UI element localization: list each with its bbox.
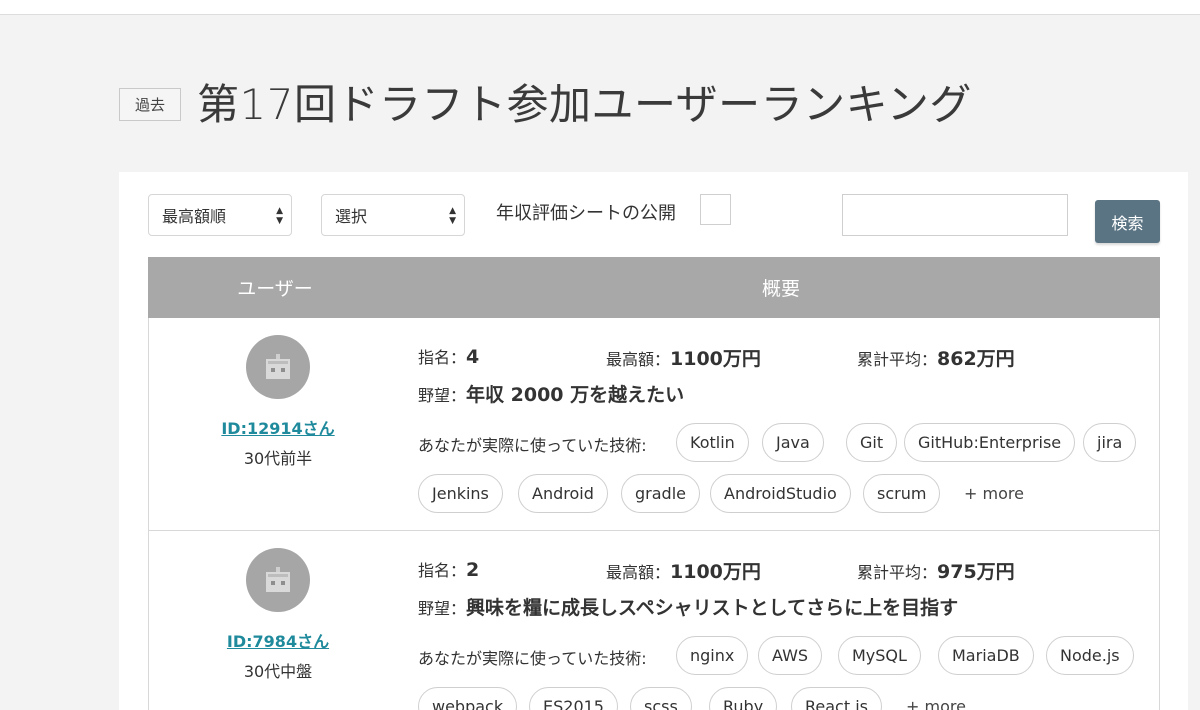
- avatar: [246, 548, 310, 612]
- top-bar: [0, 0, 1200, 15]
- more-link[interactable]: + more: [906, 697, 966, 710]
- past-badge[interactable]: 過去: [119, 87, 181, 121]
- publish-sheet-label: 年収評価シートの公開: [496, 203, 676, 224]
- filter-select[interactable]: 選択 ▲ ▼: [321, 194, 465, 236]
- tech-tag[interactable]: MariaDB: [938, 636, 1034, 675]
- select-arrows-icon: ▲ ▼: [276, 206, 283, 226]
- max-amount-label: 最高額：: [606, 350, 671, 369]
- header-user: ユーザー: [237, 278, 313, 300]
- tech-tag[interactable]: ES2015: [529, 687, 618, 710]
- tech-tag[interactable]: AWS: [758, 636, 823, 675]
- nominations: 指名：4: [418, 344, 479, 368]
- average-label: 累計平均：: [857, 350, 938, 369]
- nominations-value: 4: [466, 346, 480, 368]
- ranking-table: ユーザー 概要 ID:12914さん 30代前半 指名：4 最高額：1100万円…: [148, 257, 1160, 710]
- user-age: 30代中盤: [243, 662, 313, 681]
- tech-tag[interactable]: Node.js: [1046, 636, 1134, 675]
- nominations-label: 指名：: [418, 348, 467, 367]
- tech-tag[interactable]: AndroidStudio: [710, 474, 851, 513]
- table-header: ユーザー 概要: [148, 257, 1160, 318]
- tech-tag[interactable]: nginx: [676, 636, 749, 675]
- max-amount: 最高額：1100万円: [606, 557, 761, 584]
- tech-tag[interactable]: Git: [846, 423, 898, 462]
- wish: 野望：年収 2000 万を越えたい: [418, 380, 684, 407]
- sort-select[interactable]: 最高額順 ▲ ▼: [148, 194, 292, 236]
- table-row: ID:7984さん 30代中盤 指名：2 最高額：1100万円 累計平均：975…: [148, 531, 1160, 710]
- average-value: 862万円: [937, 348, 1015, 370]
- user-id-link[interactable]: ID:7984さん: [149, 628, 407, 652]
- publish-sheet-checkbox[interactable]: [700, 194, 731, 225]
- page-title: 第17回ドラフト参加ユーザーランキング: [197, 79, 972, 129]
- wish: 野望：興味を糧に成長しスペシャリストとしてさらに上を目指す: [418, 593, 958, 620]
- average: 累計平均：862万円: [857, 344, 1015, 371]
- max-amount-value: 1100万円: [670, 561, 761, 583]
- tech-tag[interactable]: GitHub:Enterprise: [904, 423, 1076, 462]
- nominations: 指名：2: [418, 557, 479, 581]
- tech-tag[interactable]: Android: [518, 474, 608, 513]
- tech-tag[interactable]: Ruby: [709, 687, 778, 710]
- tech-tag[interactable]: Jenkins: [418, 474, 503, 513]
- header-summary: 概要: [761, 278, 800, 300]
- nominations-value: 2: [466, 559, 480, 581]
- tech-tag[interactable]: scrum: [863, 474, 941, 513]
- wish-value: 年収 2000 万を越えたい: [466, 384, 685, 406]
- average-label: 累計平均：: [857, 563, 938, 582]
- wish-label: 野望：: [418, 386, 467, 405]
- tech-tag[interactable]: Kotlin: [676, 423, 749, 462]
- wish-label: 野望：: [418, 599, 467, 618]
- max-amount-label: 最高額：: [606, 563, 671, 582]
- tech-tag[interactable]: webpack: [418, 687, 518, 710]
- tech-tag[interactable]: Java: [762, 423, 824, 462]
- user-id-link[interactable]: ID:12914さん: [149, 415, 407, 439]
- avatar: [246, 335, 310, 399]
- max-amount-value: 1100万円: [670, 348, 761, 370]
- title-row: 過去 第17回ドラフト参加ユーザーランキング: [119, 70, 972, 132]
- tech-tag[interactable]: jira: [1083, 423, 1137, 462]
- tech-label: あなたが実際に使っていた技術:: [418, 436, 647, 455]
- tech-label: あなたが実際に使っていた技術:: [418, 649, 647, 668]
- max-amount: 最高額：1100万円: [606, 344, 761, 371]
- sort-select-value: 最高額順: [162, 207, 227, 226]
- ranking-panel: 最高額順 ▲ ▼ 選択 ▲ ▼ 年収評価シートの公開 検索 ユーザー 概要 ID…: [119, 172, 1188, 710]
- search-button[interactable]: 検索: [1095, 200, 1160, 243]
- wish-value: 興味を糧に成長しスペシャリストとしてさらに上を目指す: [466, 597, 959, 619]
- tech-tag[interactable]: scss: [630, 687, 692, 710]
- robot-avatar-icon: [266, 354, 290, 379]
- search-input[interactable]: [842, 194, 1068, 236]
- average: 累計平均：975万円: [857, 557, 1015, 584]
- select-arrows-icon: ▲ ▼: [449, 206, 456, 226]
- average-value: 975万円: [937, 561, 1015, 583]
- table-row: ID:12914さん 30代前半 指名：4 最高額：1100万円 累計平均：86…: [148, 318, 1160, 531]
- robot-avatar-icon: [266, 567, 290, 592]
- more-link[interactable]: + more: [964, 484, 1024, 503]
- nominations-label: 指名：: [418, 561, 467, 580]
- user-age: 30代前半: [243, 449, 313, 468]
- tech-tag[interactable]: gradle: [621, 474, 700, 513]
- tech-tag[interactable]: MySQL: [838, 636, 921, 675]
- filter-select-value: 選択: [335, 207, 368, 226]
- tech-tag[interactable]: React.js: [791, 687, 882, 710]
